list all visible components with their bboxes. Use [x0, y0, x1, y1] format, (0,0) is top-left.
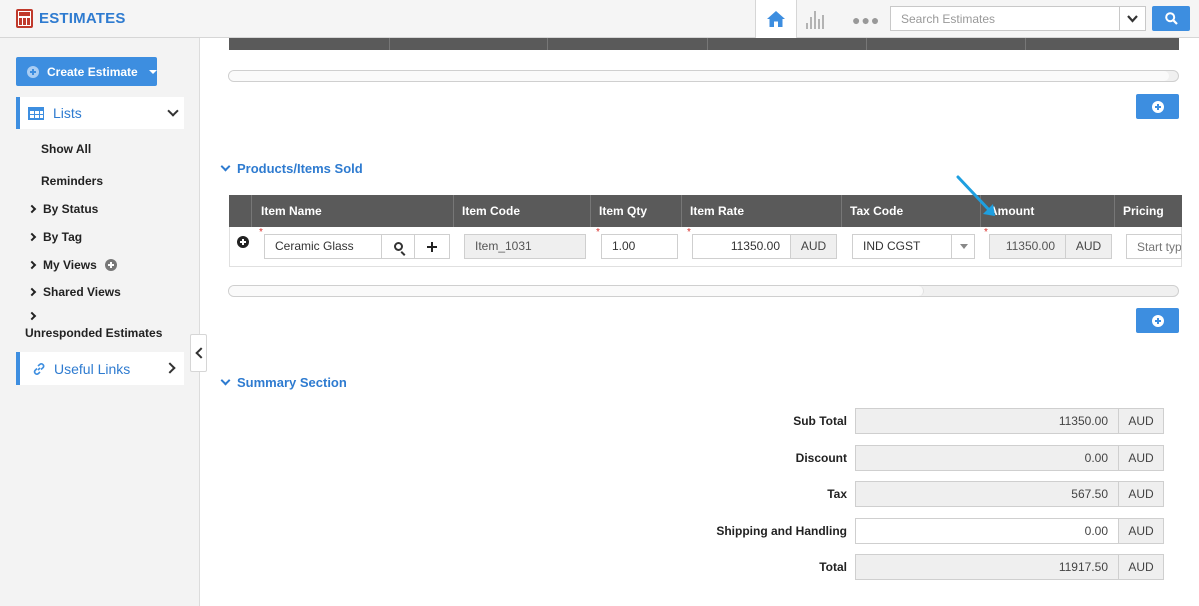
item-search-button[interactable] [381, 234, 415, 259]
plus-circle-icon [27, 65, 39, 78]
previous-table-footer [229, 38, 1179, 50]
chevron-down-icon [220, 161, 231, 172]
search-dropdown-button[interactable] [1119, 6, 1146, 31]
by-tag-label: By Tag [43, 230, 83, 244]
app-title-text: ESTIMATES [39, 10, 126, 27]
discount-label: Discount [795, 451, 847, 465]
shipping-input[interactable]: 0.00 [855, 518, 1119, 544]
lists-label: Lists [53, 105, 82, 121]
summary-section-title: Summary Section [237, 375, 347, 390]
total-currency: AUD [1118, 554, 1164, 580]
tax-value: 567.50 [855, 481, 1119, 507]
chevron-right-icon [27, 232, 37, 242]
tax-label: Tax [827, 487, 847, 501]
amount-currency: AUD [1065, 234, 1112, 259]
calculator-icon [16, 9, 33, 28]
caret-down-icon[interactable] [951, 234, 975, 259]
item-rate-field[interactable]: 11350.00 [692, 234, 791, 259]
unresponded-estimates-label[interactable]: Unresponded Estimates [25, 326, 162, 340]
column-item-name: Item Name [261, 204, 322, 218]
add-row-button[interactable] [1136, 94, 1179, 119]
sidebar: Create Estimate Lists Show All Reminders… [0, 38, 200, 606]
create-estimate-label: Create Estimate [47, 64, 138, 79]
plus-circle-icon [1151, 100, 1164, 113]
horizontal-scrollbar[interactable] [228, 285, 1179, 297]
shared-views-label: Shared Views [43, 285, 121, 299]
item-qty-field[interactable]: 1.00 [601, 234, 678, 259]
add-product-row-button[interactable] [1136, 308, 1179, 333]
products-section-header[interactable]: Products/Items Sold [220, 161, 363, 176]
products-table-header: Item Name Item Code Item Qty Item Rate T… [229, 195, 1182, 227]
search-icon [393, 242, 403, 251]
sidebar-item-reminders[interactable]: Reminders [41, 174, 103, 188]
column-item-code: Item Code [462, 204, 521, 218]
link-icon [33, 362, 45, 375]
sidebar-item-show-all[interactable]: Show All [41, 142, 91, 156]
plus-circle-icon [1151, 314, 1164, 327]
app-title[interactable]: ESTIMATES [16, 9, 126, 28]
shipping-label: Shipping and Handling [716, 524, 847, 538]
add-item-button[interactable] [414, 234, 450, 259]
chevron-right-icon [27, 311, 37, 321]
annotation-arrow-icon [956, 175, 995, 216]
search-input[interactable] [890, 6, 1120, 31]
discount-currency: AUD [1118, 445, 1164, 471]
sidebar-item-by-tag[interactable]: By Tag [27, 230, 83, 244]
item-rate-currency: AUD [790, 234, 837, 259]
by-status-label: By Status [43, 202, 99, 216]
chevron-down-icon [220, 375, 231, 386]
sidebar-useful-links[interactable]: Useful Links [16, 352, 184, 385]
tax-currency: AUD [1118, 481, 1164, 507]
more-options-icon[interactable]: ●●● [852, 12, 880, 28]
subtotal-label: Sub Total [793, 414, 847, 428]
discount-value: 0.00 [855, 445, 1119, 471]
column-item-rate: Item Rate [690, 204, 745, 218]
column-pricing: Pricing [1123, 204, 1164, 218]
sidebar-item-shared-views[interactable]: Shared Views [27, 285, 121, 299]
sidebar-item-by-status[interactable]: By Status [27, 202, 99, 216]
search-icon [1164, 12, 1178, 25]
required-marker: * [984, 227, 988, 238]
chevron-right-icon [27, 287, 37, 297]
chevron-down-icon [1127, 14, 1138, 23]
subtotal-currency: AUD [1118, 408, 1164, 434]
summary-section-header[interactable]: Summary Section [220, 375, 347, 390]
column-item-qty: Item Qty [599, 204, 648, 218]
required-marker: * [596, 227, 600, 238]
useful-links-label: Useful Links [54, 360, 131, 377]
pricing-input[interactable] [1126, 234, 1182, 259]
chevron-right-icon [164, 362, 176, 374]
sidebar-lists-toggle[interactable]: Lists [16, 97, 184, 129]
reports-chart-icon[interactable] [806, 9, 828, 29]
sidebar-item-unresponded[interactable] [27, 311, 37, 321]
create-estimate-button[interactable]: Create Estimate [16, 57, 157, 86]
home-button[interactable] [755, 0, 797, 38]
column-tax-code: Tax Code [850, 204, 904, 218]
chevron-right-icon [27, 204, 37, 214]
chevron-down-icon [167, 105, 179, 117]
search-button[interactable] [1152, 6, 1190, 31]
add-line-icon[interactable] [237, 236, 249, 248]
plus-icon [427, 241, 437, 252]
amount-field: 11350.00 [989, 234, 1066, 259]
required-marker: * [687, 227, 691, 238]
my-views-label: My Views [43, 258, 97, 272]
add-view-icon[interactable] [104, 259, 117, 271]
top-bar: ESTIMATES ●●● [0, 0, 1199, 38]
item-name-field[interactable]: Ceramic Glass [264, 234, 382, 259]
subtotal-value: 11350.00 [855, 408, 1119, 434]
sidebar-item-my-views[interactable]: My Views [27, 258, 117, 272]
table-icon [28, 106, 44, 120]
caret-down-icon [148, 69, 157, 74]
total-label: Total [819, 560, 847, 574]
total-value: 11917.50 [855, 554, 1119, 580]
horizontal-scrollbar[interactable] [228, 70, 1179, 82]
sidebar-collapse-toggle[interactable] [190, 334, 207, 372]
required-marker: * [259, 227, 263, 238]
products-section-title: Products/Items Sold [237, 161, 363, 176]
item-code-field: Item_1031 [464, 234, 586, 259]
chevron-right-icon [27, 260, 37, 270]
shipping-currency: AUD [1118, 518, 1164, 544]
home-icon [767, 11, 785, 27]
